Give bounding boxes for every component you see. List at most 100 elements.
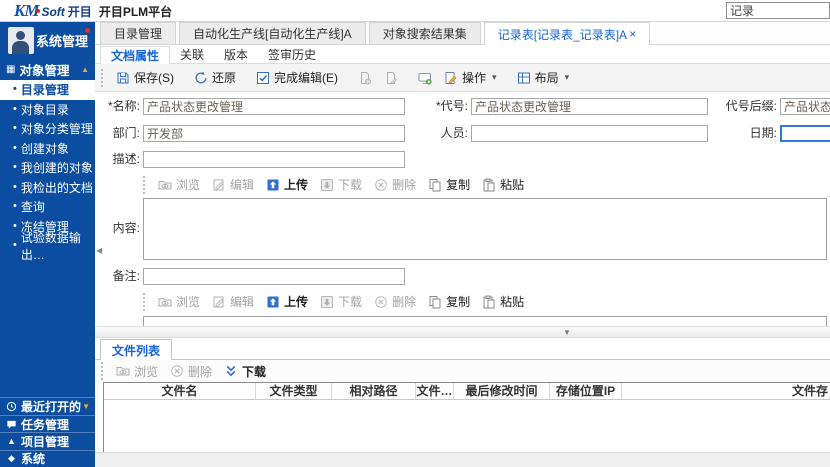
attachment-field[interactable] <box>143 316 827 326</box>
delete-icon <box>374 295 388 309</box>
bullet-icon: • <box>13 104 17 115</box>
close-icon[interactable]: × <box>629 27 636 41</box>
subtab-approval-history[interactable]: 签审历史 <box>258 45 326 63</box>
column-header-file-truncated[interactable]: 文件… <box>416 383 454 399</box>
paste-button[interactable]: 粘贴 <box>476 174 530 196</box>
toolbar-drag-handle[interactable] <box>143 293 147 311</box>
file-delete-button: 删除 <box>164 360 218 382</box>
system-icon: ◆ <box>5 453 18 464</box>
paste-icon <box>482 295 496 309</box>
toolbar-drag-handle[interactable] <box>101 362 105 380</box>
check-out-button <box>378 67 404 89</box>
save-button[interactable]: 保存(S) <box>110 67 180 89</box>
sidebar-item-recently-opened[interactable]: 最近打开的… ▼ <box>0 397 95 414</box>
top-bar: KM Soft 开目 开目PLM平台 <box>0 0 830 22</box>
upload-button[interactable]: 上传 <box>260 291 314 313</box>
sidebar-item-object-classification[interactable]: • 对象分类管理 <box>0 119 95 139</box>
bullet-icon: • <box>13 221 17 232</box>
form-row-description: 描述: <box>95 151 830 168</box>
check-in-button <box>352 67 378 89</box>
content-label: 内容: <box>95 220 140 237</box>
sidebar-group-object-management[interactable]: ▦ 对象管理 ▲ <box>0 58 95 80</box>
clock-icon <box>5 401 18 412</box>
code-suffix-field[interactable] <box>780 98 830 115</box>
upload-button[interactable]: 上传 <box>260 174 314 196</box>
dropdown-icon[interactable]: ▼ <box>82 402 90 411</box>
project-icon: ▲ <box>5 436 18 446</box>
edit-button: 编辑 <box>206 291 260 313</box>
form-row-2: 部门: 人员: 日期: <box>95 125 830 142</box>
sidebar-item-create-object[interactable]: • 创建对象 <box>0 139 95 159</box>
description-field[interactable] <box>143 151 405 168</box>
department-field[interactable] <box>143 125 405 142</box>
splitter-collapse-icon[interactable]: ▼ <box>563 328 571 337</box>
sidebar-item-directory-management[interactable]: • 目录管理 <box>0 80 95 100</box>
column-header-file-storage[interactable]: 文件存 <box>622 383 830 399</box>
subtab-relations[interactable]: 关联 <box>170 45 214 63</box>
tab-automation-line[interactable]: 自动化生产线[自动化生产线]A <box>179 22 366 44</box>
restore-button[interactable]: 还原 <box>188 67 242 89</box>
collapse-up-icon[interactable]: ▲ <box>81 65 89 74</box>
browse-icon <box>116 364 130 378</box>
tab-file-list[interactable]: 文件列表 <box>100 339 172 360</box>
column-header-relative-path[interactable]: 相对路径 <box>332 383 416 399</box>
name-field[interactable] <box>143 98 405 115</box>
browse-icon <box>158 295 172 309</box>
screen-add-button[interactable] <box>412 67 438 89</box>
sidebar-item-test-data-output[interactable]: • 试验数据输出… <box>0 236 95 256</box>
restore-icon <box>194 71 208 85</box>
toolbar-drag-handle[interactable] <box>143 176 147 194</box>
file-download-button[interactable]: 下载 <box>218 360 272 382</box>
sidebar-item-project-management[interactable]: ▲ 项目管理 <box>0 432 95 449</box>
sidebar-item-my-checked-out-docs[interactable]: • 我检出的文档 <box>0 178 95 198</box>
file-list-toolbar: 浏览 删除 下载 <box>95 360 830 382</box>
sidebar-item-task-management[interactable]: 任务管理 <box>0 415 95 432</box>
toolbar-drag-handle[interactable] <box>101 69 105 87</box>
layout-menu-button[interactable]: 布局 ▾ <box>511 67 576 89</box>
logo-soft-text: Soft <box>41 5 64 19</box>
file-list-table: 文件名 文件类型 相对路径 文件… 最后修改时间 存储位置IP 文件存 <box>103 382 830 452</box>
panel-splitter[interactable]: ▼ <box>95 326 830 338</box>
download-icon <box>320 178 334 192</box>
column-header-file-name[interactable]: 文件名 <box>104 383 256 399</box>
column-header-last-modified[interactable]: 最后修改时间 <box>454 383 550 399</box>
browse-button: 浏览 <box>152 291 206 313</box>
subtab-document-properties[interactable]: 文档属性 <box>100 46 170 64</box>
download-button: 下载 <box>314 291 368 313</box>
search-input[interactable] <box>726 2 830 19</box>
description-label: 描述: <box>95 151 140 168</box>
sidebar-collapse-icon[interactable]: ◀ <box>96 246 102 255</box>
sidebar-item-my-created-objects[interactable]: • 我创建的对象 <box>0 158 95 178</box>
save-icon <box>116 71 130 85</box>
content-field[interactable] <box>143 198 827 260</box>
bullet-icon: • <box>13 143 17 154</box>
complete-edit-button[interactable]: 完成编辑(E) <box>250 67 344 89</box>
code-field[interactable] <box>471 98 708 115</box>
bullet-icon: • <box>13 240 17 251</box>
document-tabstrip: 目录管理 自动化生产线[自动化生产线]A 对象搜索结果集 记录表[记录表_记录表… <box>95 22 830 45</box>
remark-field[interactable] <box>143 268 405 285</box>
column-header-storage-ip[interactable]: 存储位置IP <box>550 383 622 399</box>
column-header-file-type[interactable]: 文件类型 <box>256 383 332 399</box>
copy-button[interactable]: 复制 <box>422 291 476 313</box>
copy-icon <box>428 178 442 192</box>
person-field[interactable] <box>471 125 708 142</box>
date-field[interactable] <box>780 125 830 142</box>
tab-record-table[interactable]: 记录表[记录表_记录表]A × <box>484 22 650 45</box>
screen-plus-icon <box>418 71 432 85</box>
tab-object-search-results[interactable]: 对象搜索结果集 <box>369 22 481 44</box>
copy-icon <box>428 295 442 309</box>
sidebar-item-system[interactable]: ◆ 系统 <box>0 450 95 467</box>
paste-button[interactable]: 粘贴 <box>476 291 530 313</box>
double-down-arrow-icon <box>224 364 238 378</box>
sidebar-item-object-directory[interactable]: • 对象目录 <box>0 100 95 120</box>
chevron-down-icon: ▾ <box>492 72 497 83</box>
sidebar-item-query[interactable]: • 查询 <box>0 197 95 217</box>
user-avatar[interactable] <box>8 27 34 54</box>
tab-directory-management[interactable]: 目录管理 <box>100 22 176 44</box>
copy-button[interactable]: 复制 <box>422 174 476 196</box>
operation-menu-button[interactable]: 操作 ▾ <box>438 67 503 89</box>
edit-button: 编辑 <box>206 174 260 196</box>
subtab-versions[interactable]: 版本 <box>214 45 258 63</box>
download-button: 下载 <box>314 174 368 196</box>
